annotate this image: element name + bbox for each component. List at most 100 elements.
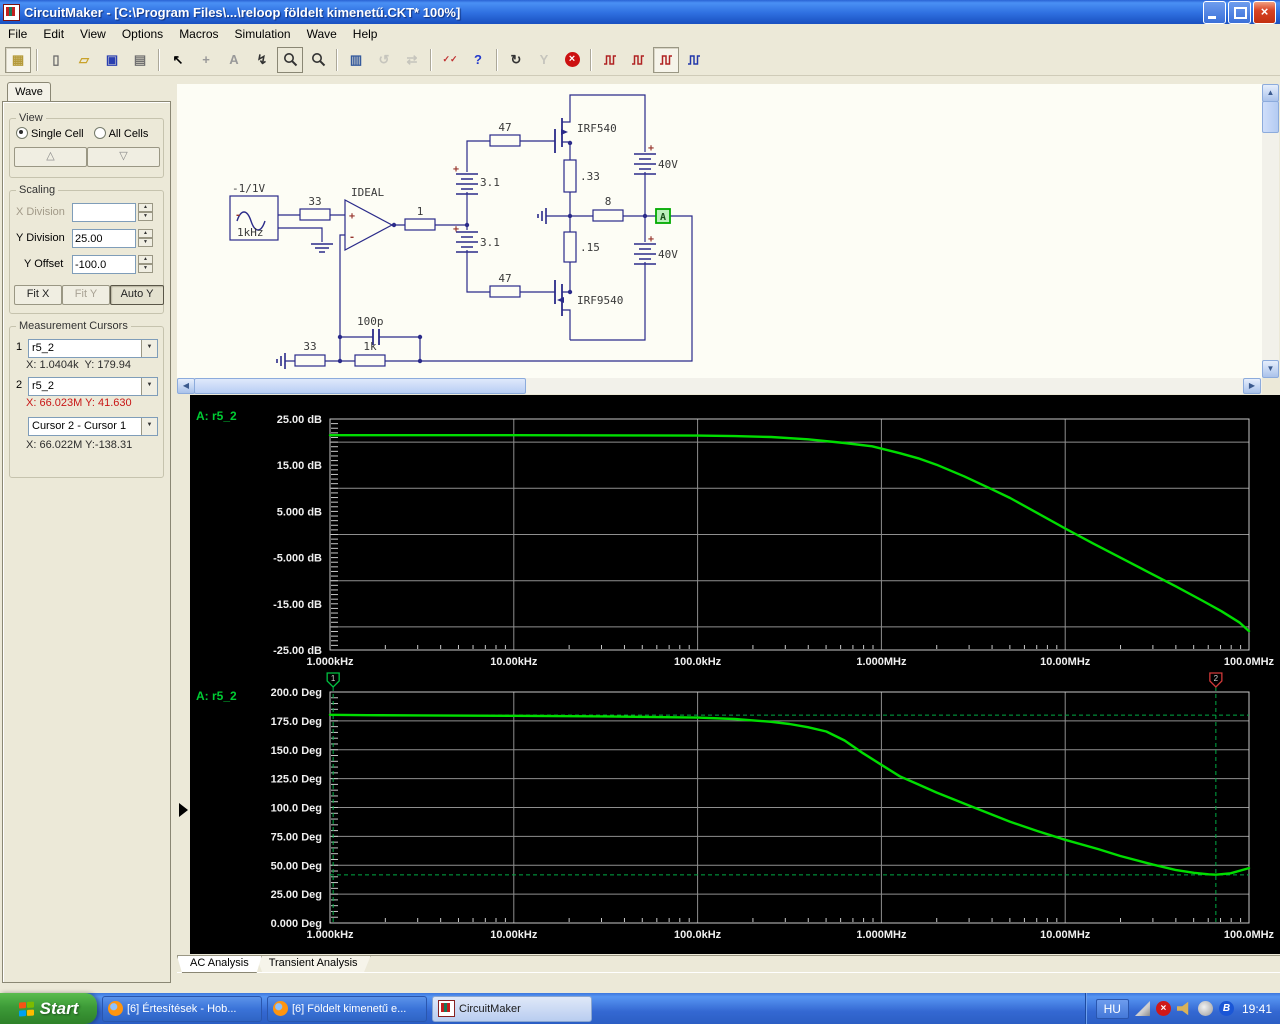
start-button[interactable]: Start <box>0 993 97 1024</box>
cursor2-signal-combo[interactable]: r5_2 ▼ <box>28 377 158 396</box>
help-button[interactable]: ? <box>465 47 491 73</box>
security-shield-icon[interactable]: × <box>1155 1001 1171 1016</box>
view-group: View Single Cell All Cells △ ▽ <box>9 112 164 178</box>
x-axis-tick-label: 1.000MHz <box>856 656 907 668</box>
radio-single-cell[interactable]: Single Cell <box>16 127 84 140</box>
schematic-canvas[interactable]: -1/1V 1kHz 33 IDEAL 1 3.1 3.1 47 47 IRF5… <box>177 84 1262 378</box>
cursor2-readout: X: 66.023M Y: 41.630 <box>26 397 132 409</box>
scope-pulse-button[interactable] <box>653 46 679 73</box>
x-division-input[interactable] <box>72 203 136 222</box>
tab-wave[interactable]: Wave <box>7 82 51 103</box>
save-button[interactable]: ▣ <box>99 47 125 73</box>
y-axis-tick-label: 100.0 Deg <box>271 803 322 815</box>
ac-phase-plot[interactable]: 200.0 Deg 175.0 Deg 150.0 Deg 125.0 Deg 100.… <box>190 670 1280 954</box>
taskbar-task[interactable]: [6] Földelt kimenetű e... <box>267 995 427 1022</box>
cursor2-index: 2 <box>16 379 23 391</box>
y-division-input[interactable] <box>72 229 136 248</box>
cursor-tool-button[interactable]: ↖ <box>165 47 191 73</box>
y-axis-tick-label: 200.0 Deg <box>271 687 322 699</box>
wire-tool-button[interactable]: + <box>193 47 219 73</box>
probe-button[interactable]: Y <box>531 47 557 73</box>
zoom-page-button[interactable]: ▥ <box>343 47 369 73</box>
auto-y-button[interactable]: Auto Y <box>110 285 164 305</box>
dropdown-arrow-icon[interactable]: ▼ <box>141 340 157 357</box>
y-axis-tick-label: 150.0 Deg <box>271 745 322 757</box>
restore-button[interactable] <box>1228 0 1251 24</box>
y-offset-input[interactable] <box>72 255 136 274</box>
rotate-button[interactable]: ↺ <box>371 47 397 73</box>
y-offset-spinner[interactable]: ▲ ▼ <box>138 255 153 273</box>
x-axis-tick-label: 100.0kHz <box>674 656 722 668</box>
windows-flag-icon <box>18 1001 35 1016</box>
stop-button[interactable]: × <box>559 47 585 73</box>
cursor1-signal-combo[interactable]: r5_2 ▼ <box>28 339 158 358</box>
fit-x-button[interactable]: Fit X <box>14 285 62 305</box>
language-indicator[interactable]: HU <box>1095 998 1129 1019</box>
x-axis-tick-label: 100.0kHz <box>674 929 722 941</box>
probe-a-marker[interactable]: A <box>660 212 666 223</box>
sim-setup-button[interactable]: ✓✓ <box>437 47 463 73</box>
task-label: CircuitMaker <box>459 1002 521 1015</box>
menu-edit[interactable]: Edit <box>35 25 72 43</box>
x-division-spinner[interactable]: ▲ ▼ <box>138 203 153 221</box>
taskbar-task[interactable]: CircuitMaker <box>432 995 592 1022</box>
spinner-down-icon: ▼ <box>138 238 153 247</box>
delete-tool-button[interactable]: ↯ <box>249 47 275 73</box>
x-axis-tick-label: 100.0MHz <box>1224 929 1275 941</box>
menu-help[interactable]: Help <box>345 25 386 43</box>
scaling-group-title: Scaling <box>16 184 59 196</box>
mirror-button[interactable]: ⇄ <box>399 47 425 73</box>
cell-up-button[interactable]: △ <box>14 147 87 167</box>
plus-mark: + <box>453 164 459 175</box>
taskbar-task[interactable]: [6] Értesítések - Hob... <box>102 995 262 1022</box>
menu-options[interactable]: Options <box>114 25 171 43</box>
ac-magnitude-plot[interactable]: 25.00 dB 15.00 dB 5.000 dB -5.000 dB -15.00 … <box>190 395 1280 670</box>
cell-down-button[interactable]: ▽ <box>87 147 160 167</box>
open-button[interactable]: ▱ <box>71 47 97 73</box>
reset-button[interactable]: ↻ <box>503 47 529 73</box>
text-tool-button[interactable]: A <box>221 47 247 73</box>
firefox-icon <box>273 1001 288 1016</box>
menu-file[interactable]: File <box>0 25 35 43</box>
menu-macros[interactable]: Macros <box>171 25 226 43</box>
splitter-arrow-icon[interactable] <box>179 803 188 817</box>
tablet-icon[interactable] <box>1134 1001 1150 1016</box>
source-minus-mark: - <box>235 210 241 221</box>
minimize-button[interactable] <box>1203 0 1226 24</box>
schematic-vertical-scrollbar[interactable]: ▲ ▼ <box>1262 84 1279 378</box>
zoom-in-button[interactable] <box>305 47 331 73</box>
scroll-left-icon: ◀ <box>177 378 195 394</box>
y-axis-tick-label: 5.000 dB <box>277 506 322 518</box>
horizontal-scroll-thumb <box>194 378 526 394</box>
volume-icon[interactable] <box>1176 1001 1189 1016</box>
source-resistor-top-label: .33 <box>580 170 600 183</box>
panel-splitter[interactable] <box>177 395 190 955</box>
cursor-diff-combo[interactable]: Cursor 2 - Cursor 1 ▼ <box>28 417 158 436</box>
menu-simulation[interactable]: Simulation <box>227 25 299 43</box>
close-button[interactable]: × <box>1253 0 1276 24</box>
scope-step-button[interactable] <box>597 47 623 73</box>
part-browser-button[interactable]: ▦ <box>5 46 31 73</box>
tab-ac-analysis[interactable]: AC Analysis <box>177 956 262 973</box>
bluetooth-icon[interactable]: B <box>1218 1001 1234 1016</box>
tab-transient-analysis[interactable]: Transient Analysis <box>255 956 371 973</box>
zoom-tool-button[interactable] <box>277 46 303 73</box>
y-division-spinner[interactable]: ▲ ▼ <box>138 229 153 247</box>
schematic-horizontal-scrollbar[interactable]: ◀ ▶ <box>177 378 1262 394</box>
update-icon[interactable] <box>1197 1001 1213 1016</box>
spinner-down-icon: ▼ <box>138 212 153 221</box>
scope-square-button[interactable] <box>625 47 651 73</box>
print-button[interactable]: ▤ <box>127 47 153 73</box>
x-axis-tick-label: 10.00MHz <box>1040 929 1091 941</box>
scope-mixed-button[interactable] <box>681 47 707 73</box>
dropdown-arrow-icon[interactable]: ▼ <box>141 418 157 435</box>
y-axis-tick-label: 175.0 Deg <box>271 716 322 728</box>
view-group-title: View <box>16 112 46 124</box>
menu-wave[interactable]: Wave <box>299 25 345 43</box>
radio-all-cells[interactable]: All Cells <box>93 127 148 140</box>
new-button[interactable]: ▯ <box>43 47 69 73</box>
input-resistor-label: 33 <box>308 195 321 208</box>
fit-y-button[interactable]: Fit Y <box>62 285 110 305</box>
menu-view[interactable]: View <box>72 25 114 43</box>
dropdown-arrow-icon[interactable]: ▼ <box>141 378 157 395</box>
